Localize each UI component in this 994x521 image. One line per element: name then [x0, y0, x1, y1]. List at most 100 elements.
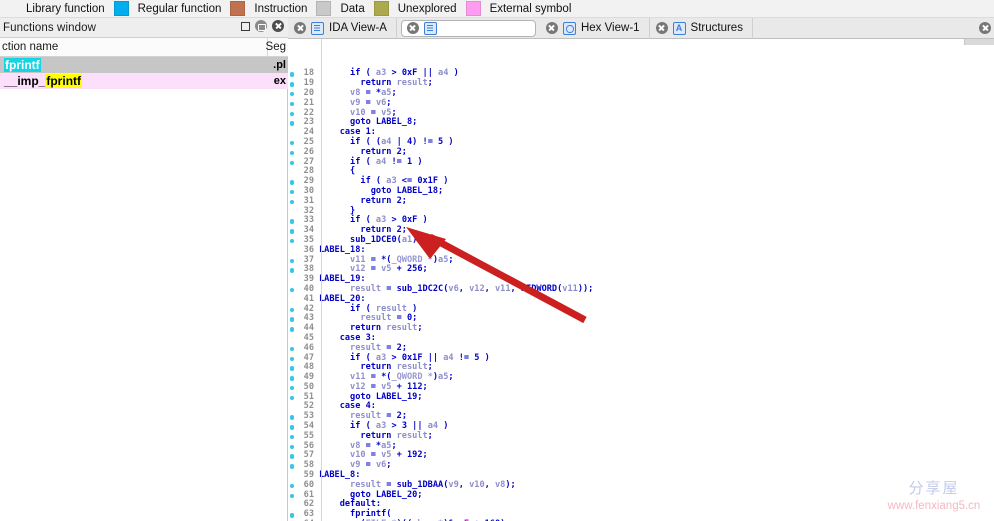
functions-window-title-buttons [241, 20, 284, 32]
functions-window-title: Functions window [0, 22, 96, 34]
code-token-fn: sub_1DCE0 [350, 235, 397, 245]
pseudocode-view[interactable]: 18 if ( a3 > 0xF || a4 )19 return result… [288, 39, 994, 521]
code-token-kw: ; [428, 78, 433, 88]
code-token-kw: = [391, 313, 407, 323]
code-token-kw: goto LABEL_19; [319, 392, 422, 402]
code-token-var: v11 [495, 284, 511, 294]
code-token-var: v9 [448, 480, 458, 490]
code-token-kw: ) [479, 353, 489, 363]
code-token-kw [319, 264, 350, 274]
code-token-kw: ; [391, 441, 396, 451]
code-line[interactable]: 44 return result; [288, 324, 994, 334]
code-token-kw: if ( [319, 176, 386, 186]
legend-label: Instruction [254, 3, 316, 15]
code-token-kw: = [360, 98, 376, 108]
close-icon[interactable] [979, 22, 991, 34]
code-token-kw [319, 98, 350, 108]
code-token-var: v11 [562, 284, 578, 294]
legend-swatch-library-function [114, 1, 129, 16]
code-token-var: v5 [381, 450, 391, 460]
code-token-kw: ; [428, 362, 433, 372]
color-legend-bar: Library function Regular function Instru… [0, 0, 994, 18]
code-token-lbl: LABEL_8: [319, 470, 360, 480]
tab-hex-view-1[interactable]: Hex View-1 [540, 18, 650, 39]
code-line[interactable]: 23 goto LABEL_8; [288, 118, 994, 128]
tab-structures[interactable]: A Structures [650, 18, 753, 39]
code-token-var: a4 [381, 137, 391, 147]
code-token-kw: > [386, 68, 402, 78]
tab-pseudocode-active[interactable] [401, 20, 536, 37]
code-token-var: result [397, 431, 428, 441]
code-token-kw: = * [360, 441, 381, 451]
legend-item-regular-function: Regular function [138, 1, 255, 16]
watermark: 分享屋 www.fenxiang5.cn [880, 479, 988, 515]
code-token-kw: + [391, 264, 407, 274]
code-line[interactable]: 38 v12 = v5 + 256; [288, 265, 994, 275]
search-match-highlight: fprintf [4, 58, 41, 72]
code-line[interactable]: 20 v8 = *a5; [288, 89, 994, 99]
code-token-var: v6 [448, 284, 458, 294]
code-token-kw: ; [402, 196, 407, 206]
tab-ida-view-a[interactable]: IDA View-A [288, 18, 397, 39]
code-token-var: v11 [350, 255, 366, 265]
code-token-kw: if ( [319, 157, 376, 167]
code-token-kw: != [386, 157, 407, 167]
code-token-kw: , [485, 480, 495, 490]
column-header-segment[interactable]: Seg [266, 41, 286, 53]
code-token-lbl: LABEL_19: [319, 274, 366, 284]
code-token-fn: sub_1DBAA [397, 480, 444, 490]
code-token-kw: ( [386, 509, 391, 519]
code-line[interactable]: 31 return 2; [288, 197, 994, 207]
column-header-function-name[interactable]: ction name [0, 41, 58, 53]
pseudocode-line-list: 18 if ( a3 > 0xF || a4 )19 return result… [288, 39, 994, 521]
close-icon[interactable] [656, 22, 668, 34]
code-line[interactable]: 51 goto LABEL_19; [288, 393, 994, 403]
table-row[interactable]: fprintf .pl [0, 57, 288, 73]
code-token-var: result [386, 323, 417, 333]
code-token-var: a5 [381, 88, 391, 98]
code-token-var: v8 [350, 441, 360, 451]
code-token-kw: )); [578, 284, 594, 294]
code-line[interactable]: 58 v9 = v6; [288, 461, 994, 471]
code-token-var: result [350, 480, 381, 490]
code-token-var: v11 [350, 372, 366, 382]
code-token-var: v5 [381, 382, 391, 392]
code-token-var: v8 [495, 480, 505, 490]
code-token-var: v5 [381, 108, 391, 118]
code-token-kw: = [366, 264, 382, 274]
code-token-kw: return [319, 78, 397, 88]
code-token-var: a3 [376, 215, 386, 225]
maximize-icon[interactable] [241, 22, 250, 31]
code-token-var: v12 [350, 264, 366, 274]
code-token-kw: , [511, 284, 521, 294]
close-icon[interactable] [546, 22, 558, 34]
table-row[interactable]: __imp_fprintf ex [0, 73, 288, 89]
watermark-url: www.fenxiang5.cn [880, 499, 988, 515]
code-token-num: 0x1F [417, 176, 438, 186]
code-line[interactable]: 40 result = sub_1DC2C(v6, v12, v11, HIDW… [288, 285, 994, 295]
code-token-var: v12 [350, 382, 366, 392]
code-token-kw: return [319, 225, 397, 235]
code-line[interactable]: 35 sub_1DCE0(a1); [288, 236, 994, 246]
document-icon [424, 22, 437, 35]
code-token-kw: = [366, 382, 382, 392]
code-token-kw: if ( [319, 215, 376, 225]
code-token-num: 0xF [402, 68, 418, 78]
close-icon[interactable] [272, 20, 284, 32]
code-token-kw: ) [448, 68, 458, 78]
close-icon[interactable] [294, 22, 306, 34]
code-token-kw: ) [438, 176, 448, 186]
code-token-kw: ; [448, 255, 453, 265]
function-segment-cell: .pl [273, 59, 286, 71]
close-icon[interactable] [407, 22, 419, 34]
code-token-kw: ) [443, 137, 453, 147]
legend-label: Regular function [138, 3, 231, 15]
code-line[interactable]: 27 if ( a4 != 1 ) [288, 158, 994, 168]
code-line[interactable]: 57 v10 = v5 + 192; [288, 451, 994, 461]
legend-swatch-unexplored [466, 1, 481, 16]
code-token-kw: = *( [366, 255, 392, 265]
code-token-kw: > [386, 215, 402, 225]
undock-icon[interactable] [255, 20, 267, 32]
code-token-kw: = [381, 480, 397, 490]
code-token-kw: if ( ( [319, 137, 381, 147]
